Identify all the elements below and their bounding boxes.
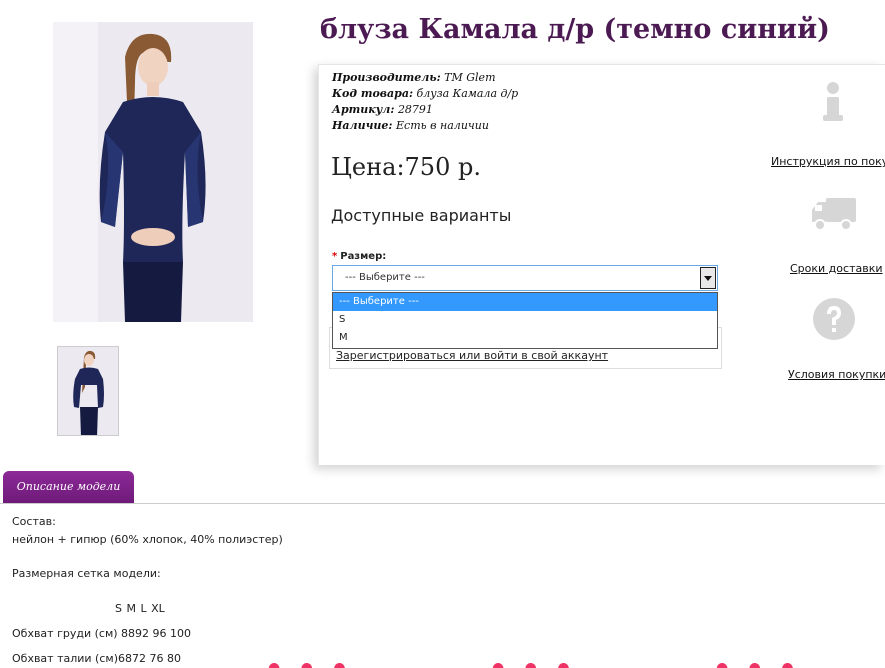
- spec-manufacturer: Производитель: TM Glem: [332, 71, 496, 84]
- tab-description[interactable]: Описание модели: [3, 471, 134, 503]
- size-select-value: --- Выберите ---: [345, 272, 425, 283]
- login-register-link[interactable]: Зарегистрироваться или войти в свой акка…: [336, 349, 608, 362]
- size-grid-label: Размерная сетка модели:: [12, 567, 161, 580]
- composition-label: Состав:: [12, 515, 56, 528]
- table-row: Обхват талии (см)6872 76 80: [12, 652, 181, 665]
- spec-article: Артикул: 28791: [332, 103, 433, 116]
- product-info-panel: Производитель: TM Glem Код товара: блуза…: [318, 64, 885, 465]
- question-icon: [812, 297, 856, 345]
- product-main-image[interactable]: [53, 22, 253, 322]
- size-option-m[interactable]: M: [333, 329, 717, 347]
- decorative-dots: ● ● ●: [716, 660, 802, 668]
- decorative-dots: ● ● ●: [492, 660, 578, 668]
- spec-product-code: Код товара: блуза Камала д/р: [332, 87, 519, 100]
- composition-value: нейлон + гипюр (60% хлопок, 40% полиэсте…: [12, 533, 283, 546]
- table-row: Обхват груди (см) 8892 96 100: [12, 627, 192, 640]
- size-option-placeholder[interactable]: --- Выберите ---: [333, 293, 717, 311]
- spec-availability: Наличие: Есть в наличии: [332, 119, 489, 132]
- size-dropdown-list: --- Выберите --- S M: [332, 292, 718, 349]
- size-option-s[interactable]: S: [333, 311, 717, 329]
- product-thumbnail[interactable]: [57, 346, 119, 436]
- info-icon: [807, 81, 859, 127]
- sidebar-link-delivery[interactable]: Сроки доставки: [790, 262, 883, 275]
- decorative-dots: ● ● ●: [268, 660, 354, 668]
- product-price: Цена:750 р.: [331, 153, 481, 181]
- truck-icon: [810, 194, 858, 238]
- product-specs: Производитель: TM Glem Код товара: блуза…: [332, 70, 518, 134]
- variants-heading: Доступные варианты: [331, 206, 512, 225]
- size-table-header: S M L XL: [115, 602, 165, 615]
- tab-divider: [0, 503, 885, 504]
- sidebar-link-instructions[interactable]: Инструкция по покуп: [771, 155, 885, 168]
- required-mark: *: [332, 251, 338, 262]
- size-label: * Размер:: [332, 251, 387, 262]
- sidebar-link-purchase-terms[interactable]: Условия покупки: [788, 368, 885, 381]
- product-title: блуза Камала д/р (темно синий): [320, 14, 830, 45]
- chevron-down-icon[interactable]: [700, 267, 716, 289]
- size-select[interactable]: --- Выберите ---: [332, 265, 718, 291]
